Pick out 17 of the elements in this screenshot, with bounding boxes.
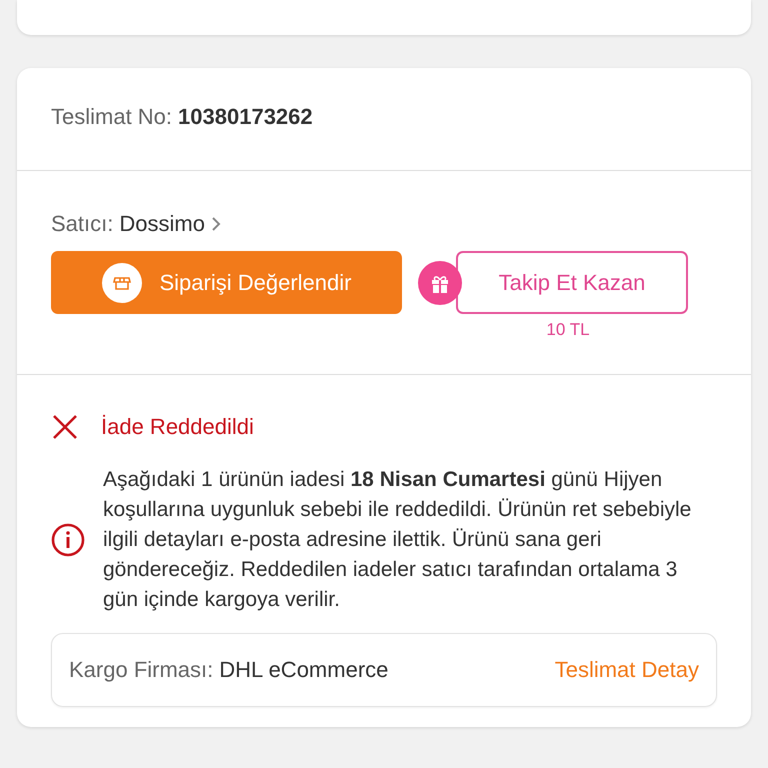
return-status: İade Reddedildi [101, 414, 254, 440]
gift-icon [418, 260, 462, 304]
store-icon [102, 262, 142, 302]
return-message: Aşağıdaki 1 ürünün iadesi 18 Nisan Cumartesi günü Hijyen koşullarına uygunluk sebebi ile reddedildi. Ürünün ret sebebiyle ilgili detayları e-posta adresine ilettik. Ürünü sana geri göndereceğiz. Reddedilen iadeler satıcı tarafından ortalama 3 gün içinde kargoya verilir. [103, 467, 692, 613]
chevron-right-icon[interactable] [210, 216, 221, 232]
info-icon [51, 523, 85, 557]
delivery-detail-link[interactable]: Teslimat Detay [554, 657, 699, 683]
delivery-label: Teslimat No: [51, 104, 172, 130]
delivery-number: 10380173262 [178, 104, 313, 130]
cargo-label: Kargo Firması: [69, 657, 214, 683]
follow-earn-button[interactable]: Takip Et Kazan [456, 251, 688, 314]
seller-label: Satıcı: [51, 211, 114, 237]
cargo-company: DHL eCommerce [219, 657, 388, 683]
rate-order-button[interactable]: Siparişi Değerlendir [51, 251, 402, 314]
reward-amount: 10 TL [545, 320, 590, 340]
seller-name[interactable]: Dossimo [119, 211, 205, 237]
close-icon [51, 413, 79, 441]
